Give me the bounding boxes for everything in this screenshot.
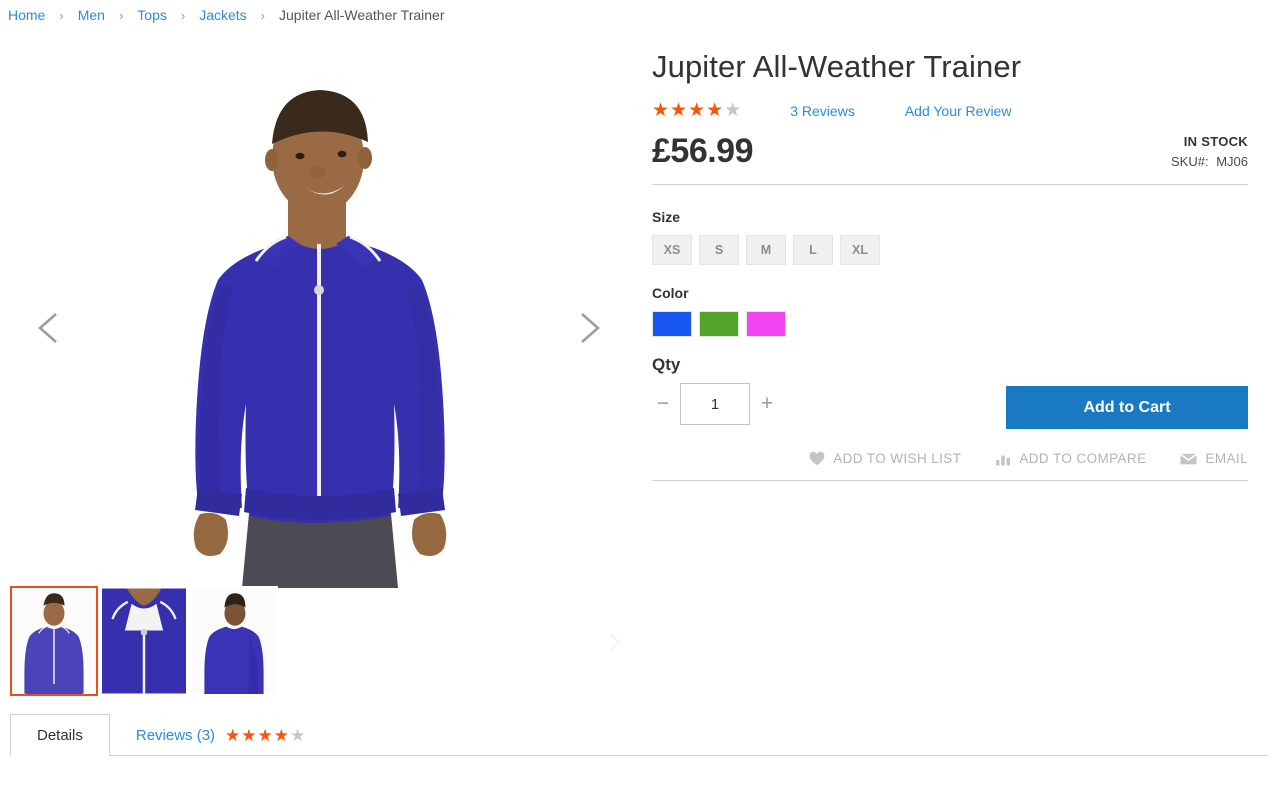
divider-bottom	[652, 480, 1248, 482]
status-badge: IN STOCK	[1183, 134, 1248, 150]
gallery-prev-button[interactable]	[28, 306, 72, 350]
product-page: Jupiter All-Weather Trainer ★★★★★ 3 Revi…	[0, 30, 1278, 758]
star-filled: ★	[225, 725, 242, 745]
qty-decrement-button[interactable]: −	[652, 392, 674, 416]
qty-increment-button[interactable]: +	[756, 392, 778, 416]
breadcrumb-item-home[interactable]: Home	[8, 7, 45, 23]
product-info: Jupiter All-Weather Trainer ★★★★★ 3 Revi…	[652, 48, 1248, 482]
thumbnail-image-front	[12, 588, 96, 694]
add-to-wishlist-link[interactable]: ADD TO WISH LIST	[809, 451, 961, 466]
thumbnail-back-view[interactable]	[190, 586, 278, 696]
breadcrumb-separator-icon: ›	[59, 7, 64, 23]
size-swatch-xl[interactable]: XL	[840, 235, 880, 266]
sku-value: MJ06	[1216, 154, 1248, 170]
thumbnails-next-button[interactable]	[600, 628, 628, 656]
size-swatch-s[interactable]: S	[699, 235, 739, 266]
size-label: Size	[652, 209, 681, 226]
envelope-icon	[1180, 453, 1198, 464]
color-label: Color	[652, 285, 689, 302]
star-empty: ★	[724, 100, 743, 122]
add-to-wishlist-label: ADD TO WISH LIST	[833, 451, 962, 467]
thumbnail-list	[10, 586, 280, 696]
divider-top	[652, 184, 1248, 186]
color-swatch-magenta[interactable]	[746, 311, 786, 338]
size-swatch-m[interactable]: M	[746, 235, 786, 266]
sku-label: SKU#:	[1171, 154, 1209, 170]
chevron-right-icon	[609, 633, 621, 651]
breadcrumb-separator-icon: ›	[180, 7, 186, 23]
star-filled: ★	[652, 100, 671, 122]
main-product-image[interactable]	[60, 48, 580, 588]
qty-input[interactable]	[680, 383, 750, 426]
product-price: £56.99	[652, 132, 754, 171]
rating-stars: ★★★★★	[652, 101, 742, 120]
add-to-compare-label: ADD TO COMPARE	[1019, 451, 1147, 467]
thumbnail-front-view[interactable]	[10, 586, 98, 696]
breadcrumb-current-page: Jupiter All-Weather Trainer	[279, 7, 445, 23]
product-gallery	[0, 48, 640, 696]
breadcrumb-item-jackets[interactable]: Jackets	[199, 7, 246, 23]
qty-label: Qty	[652, 355, 681, 375]
star-filled: ★	[706, 100, 725, 122]
star-filled: ★	[273, 725, 291, 745]
stock-info: IN STOCK SKU#: MJ06	[1171, 134, 1248, 169]
email-link[interactable]: EMAIL	[1180, 451, 1248, 466]
color-swatch-green[interactable]	[699, 311, 739, 338]
thumbnail-image-back	[192, 588, 276, 694]
color-swatch-row	[652, 311, 1248, 338]
email-label: EMAIL	[1205, 451, 1248, 467]
star-filled: ★	[241, 725, 258, 745]
gallery-next-button[interactable]	[566, 306, 610, 350]
qty-section: Qty − + Add to Cart	[652, 355, 1248, 430]
tab-reviews-label: Reviews (3)	[135, 727, 216, 744]
breadcrumb: Home › Men › Tops › Jackets › Jupiter Al…	[0, 0, 445, 30]
product-tabs: Details Reviews (3) ★★★★★	[10, 714, 1268, 785]
thumbnail-image-closeup	[102, 588, 186, 694]
star-filled: ★	[257, 725, 274, 745]
heart-icon	[809, 451, 825, 466]
page-title: Jupiter All-Weather Trainer	[652, 49, 1022, 84]
breadcrumb-item-men[interactable]: Men	[78, 7, 105, 23]
tab-strip: Details Reviews (3) ★★★★★	[10, 714, 1268, 756]
tab-details-label: Details	[37, 727, 83, 744]
sku-info: SKU#: MJ06	[1171, 154, 1248, 169]
size-swatch-xs[interactable]: XS	[652, 235, 692, 266]
star-filled: ★	[688, 100, 707, 122]
add-review-link[interactable]: Add Your Review	[905, 103, 1012, 119]
tab-details[interactable]: Details	[10, 714, 110, 756]
color-swatch-blue[interactable]	[652, 311, 692, 338]
size-option-group: Size XS S M L XL	[652, 209, 1248, 266]
thumbnail-closeup-view[interactable]	[100, 586, 188, 696]
tab-reviews[interactable]: Reviews (3) ★★★★★	[109, 714, 333, 756]
breadcrumb-separator-icon: ›	[118, 7, 124, 23]
breadcrumb-separator-icon: ›	[260, 7, 266, 23]
star-filled: ★	[670, 100, 689, 122]
bar-chart-icon	[996, 455, 1011, 466]
color-option-group: Color	[652, 285, 1248, 338]
size-swatch-l[interactable]: L	[793, 235, 833, 266]
tab-reviews-stars: ★★★★★	[225, 726, 306, 746]
product-actions: ADD TO WISH LIST ADD TO COMPARE EMAIL	[652, 451, 1248, 466]
product-photo-front	[60, 48, 580, 588]
breadcrumb-item-tops[interactable]: Tops	[137, 7, 167, 23]
add-to-compare-link[interactable]: ADD TO COMPARE	[995, 451, 1146, 466]
tab-panel	[10, 755, 1268, 785]
reviews-link[interactable]: 3 Reviews	[790, 103, 855, 119]
add-to-cart-button[interactable]: Add to Cart	[1006, 386, 1248, 430]
chevron-left-icon	[38, 313, 57, 343]
price-row: £56.99 IN STOCK SKU#: MJ06	[652, 132, 1248, 184]
star-empty: ★	[290, 725, 307, 745]
size-swatch-row: XS S M L XL	[652, 235, 1248, 266]
chevron-right-icon	[581, 313, 600, 343]
rating-row: ★★★★★ 3 Reviews Add Your Review	[652, 101, 1248, 120]
